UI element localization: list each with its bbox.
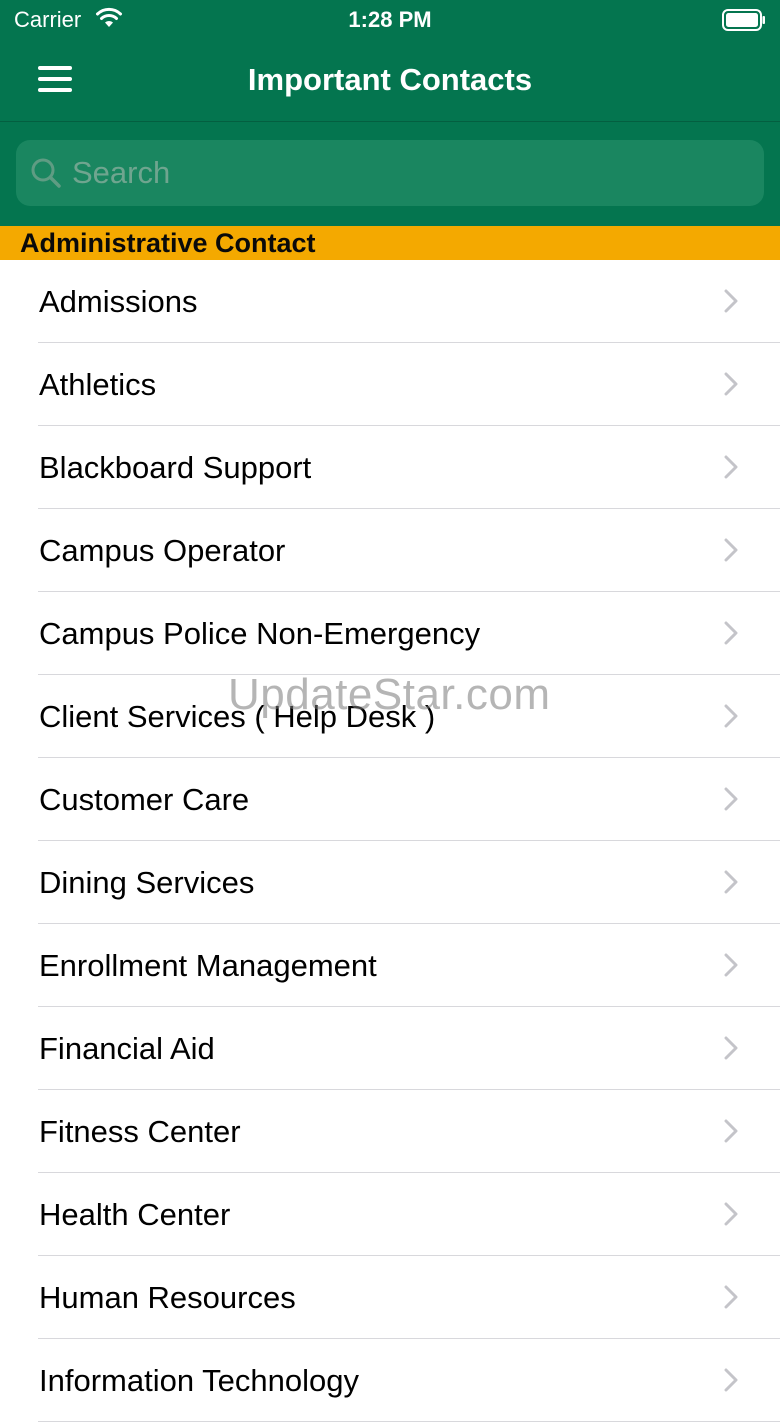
chevron-right-icon [724,1285,738,1314]
contact-list-item[interactable]: Fitness Center [0,1090,780,1173]
contact-label: Information Technology [39,1363,359,1398]
page-title: Important Contacts [247,62,533,97]
chevron-right-icon [724,704,738,733]
chevron-right-icon [724,953,738,982]
chevron-right-icon [724,1202,738,1231]
contact-label: Athletics [39,367,157,402]
contact-label: Client Services ( Help Desk ) [39,699,436,734]
status-time: 1:28 PM [348,7,432,32]
contact-list-item[interactable]: Admissions [0,260,780,343]
search-icon [30,157,62,194]
contact-label: Financial Aid [39,1031,215,1066]
chevron-right-icon [724,289,738,318]
contact-list-item[interactable]: Health Center [0,1173,780,1256]
contact-label: Customer Care [39,782,250,817]
section-header: Administrative Contact [0,226,780,260]
search-box[interactable] [16,140,764,206]
contact-label: Blackboard Support [39,450,312,485]
contact-list: Admissions Athletics Blackboard Support Cam… [0,260,780,1422]
contact-list-item[interactable]: Campus Police Non-Emergency [0,592,780,675]
chevron-right-icon [724,1368,738,1397]
contact-list-item[interactable]: Dining Services [0,841,780,924]
contact-list-item[interactable]: Enrollment Management [0,924,780,1007]
chevron-right-icon [724,870,738,899]
search-bar-container [0,122,780,226]
contact-list-item[interactable]: Client Services ( Help Desk ) [0,675,780,758]
contact-list-item[interactable]: Human Resources [0,1256,780,1339]
contact-list-item[interactable]: Customer Care [0,758,780,841]
contact-list-item[interactable]: Athletics [0,343,780,426]
chevron-right-icon [724,787,738,816]
contact-label: Campus Operator [39,533,286,568]
contact-label: Enrollment Management [39,948,377,983]
chevron-right-icon [724,372,738,401]
contact-label: Dining Services [39,865,255,900]
chevron-right-icon [724,1119,738,1148]
chevron-right-icon [724,538,738,567]
battery-icon [722,9,766,36]
contact-label: Admissions [39,284,198,319]
search-input[interactable] [72,140,752,206]
contact-list-item[interactable]: Financial Aid [0,1007,780,1090]
contact-label: Human Resources [39,1280,296,1315]
chevron-right-icon [724,1036,738,1065]
contact-list-item[interactable]: Information Technology [0,1339,780,1422]
contact-list-item[interactable]: Blackboard Support [0,426,780,509]
chevron-right-icon [724,455,738,484]
contact-label: Campus Police Non-Emergency [39,616,481,651]
contact-label: Health Center [39,1197,231,1232]
navigation-bar: Important Contacts [0,40,780,122]
status-bar: Carrier 1:28 PM [0,0,780,40]
contact-list-item[interactable]: Campus Operator [0,509,780,592]
contact-label: Fitness Center [39,1114,241,1149]
chevron-right-icon [724,621,738,650]
